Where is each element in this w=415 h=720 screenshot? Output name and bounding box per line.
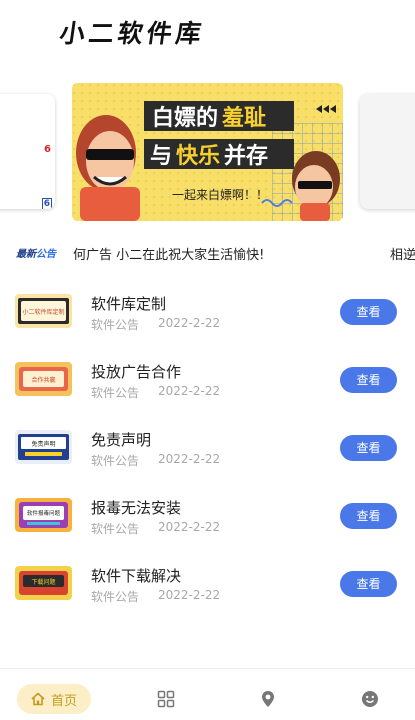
bottom-nav: 首页 [0,668,415,720]
banner-line2-b: 快乐 [176,144,220,169]
view-button[interactable]: 查看 [340,435,397,461]
list-item[interactable]: 免责声明 免责声明 软件公告 2022-2-22 查看 [0,414,415,482]
item-title: 报毒无法安装 [91,499,182,517]
home-icon [31,692,45,706]
item-date: 2022-2-22 [158,316,221,330]
banner-carousel[interactable]: 6 6 白嫖的 羞耻 与 快乐 并存 一起来白嫖啊！！ [0,80,415,230]
svg-text:免责声明: 免责声明 [31,440,55,448]
svg-text:合作共赢: 合作共赢 [31,376,55,384]
item-thumbnail: 下载问题 [15,566,72,600]
item-thumbnail: 合作共赢 [15,362,72,396]
svg-text:软件报毒问题: 软件报毒问题 [27,509,61,517]
smiley-icon[interactable] [360,689,380,709]
item-date: 2022-2-22 [158,452,221,466]
item-category: 软件公告 [91,454,140,468]
nav-home-label: 首页 [50,693,77,709]
item-title: 免责声明 [91,431,152,449]
view-button[interactable]: 查看 [340,367,397,393]
banner-line2-c: 并存 [224,143,268,169]
location-pin-icon[interactable] [258,689,278,709]
app-page: 小二软件库 6 6 白嫖的 羞耻 与 快乐 并存 一起来白嫖啊！！ 最新公告 何… [0,0,415,720]
item-thumbnail: 软件报毒问题 [15,498,72,532]
item-date: 2022-2-22 [158,588,221,602]
nav-home-tab[interactable]: 首页 [17,684,91,714]
list-item[interactable]: 合作共赢 投放广告合作 软件公告 2022-2-22 查看 [0,346,415,414]
notice-text: 何广告 小二在此祝大家生活愉快! [73,248,265,263]
notice-badge: 最新公告 [16,249,56,260]
prev-slide-fragment-1: 6 [44,144,51,155]
view-button[interactable]: 查看 [340,299,397,325]
notice-next-text: 相逆 [390,248,415,263]
item-thumbnail: 免责声明 [15,430,72,464]
svg-text:下载问题: 下载问题 [31,578,55,586]
grid-icon[interactable] [156,689,176,709]
item-category: 软件公告 [91,318,140,332]
item-title: 投放广告合作 [91,363,182,381]
item-date: 2022-2-22 [158,520,221,534]
carousel-current-slide[interactable]: 白嫖的 羞耻 与 快乐 并存 一起来白嫖啊！！ [72,83,343,221]
view-button[interactable]: 查看 [340,503,397,529]
item-category: 软件公告 [91,386,140,400]
app-title: 小二软件库 [57,19,207,48]
list-item[interactable]: 软件报毒问题 报毒无法安装 软件公告 2022-2-22 查看 [0,482,415,550]
list-item[interactable]: 小二软件库定制 软件库定制 软件公告 2022-2-22 查看 [0,278,415,346]
carousel-next-slide[interactable] [360,94,415,209]
carousel-prev-slide[interactable]: 6 6 [0,94,55,209]
item-category: 软件公告 [91,590,140,604]
banner-line2-a: 与 [150,144,172,169]
item-category: 软件公告 [91,522,140,536]
list-item[interactable]: 下载问题 软件下载解决 软件公告 2022-2-22 查看 [0,550,415,618]
prev-slide-fragment-2: 6 [41,198,52,209]
view-button[interactable]: 查看 [340,571,397,597]
item-date: 2022-2-22 [158,384,221,398]
item-title: 软件下载解决 [91,567,182,585]
item-thumbnail: 小二软件库定制 [15,294,72,328]
banner-illustration: 白嫖的 羞耻 与 快乐 并存 一起来白嫖啊！！ [72,83,343,221]
banner-subtitle: 一起来白嫖啊！！ [172,187,268,202]
svg-text:小二软件库定制: 小二软件库定制 [22,308,64,316]
banner-line1-a: 白嫖的 [152,105,218,131]
banner-line1-b: 羞耻 [221,105,266,131]
item-title: 软件库定制 [91,295,167,313]
notice-ticker[interactable]: 最新公告 何广告 小二在此祝大家生活愉快! 相逆 [0,240,415,266]
